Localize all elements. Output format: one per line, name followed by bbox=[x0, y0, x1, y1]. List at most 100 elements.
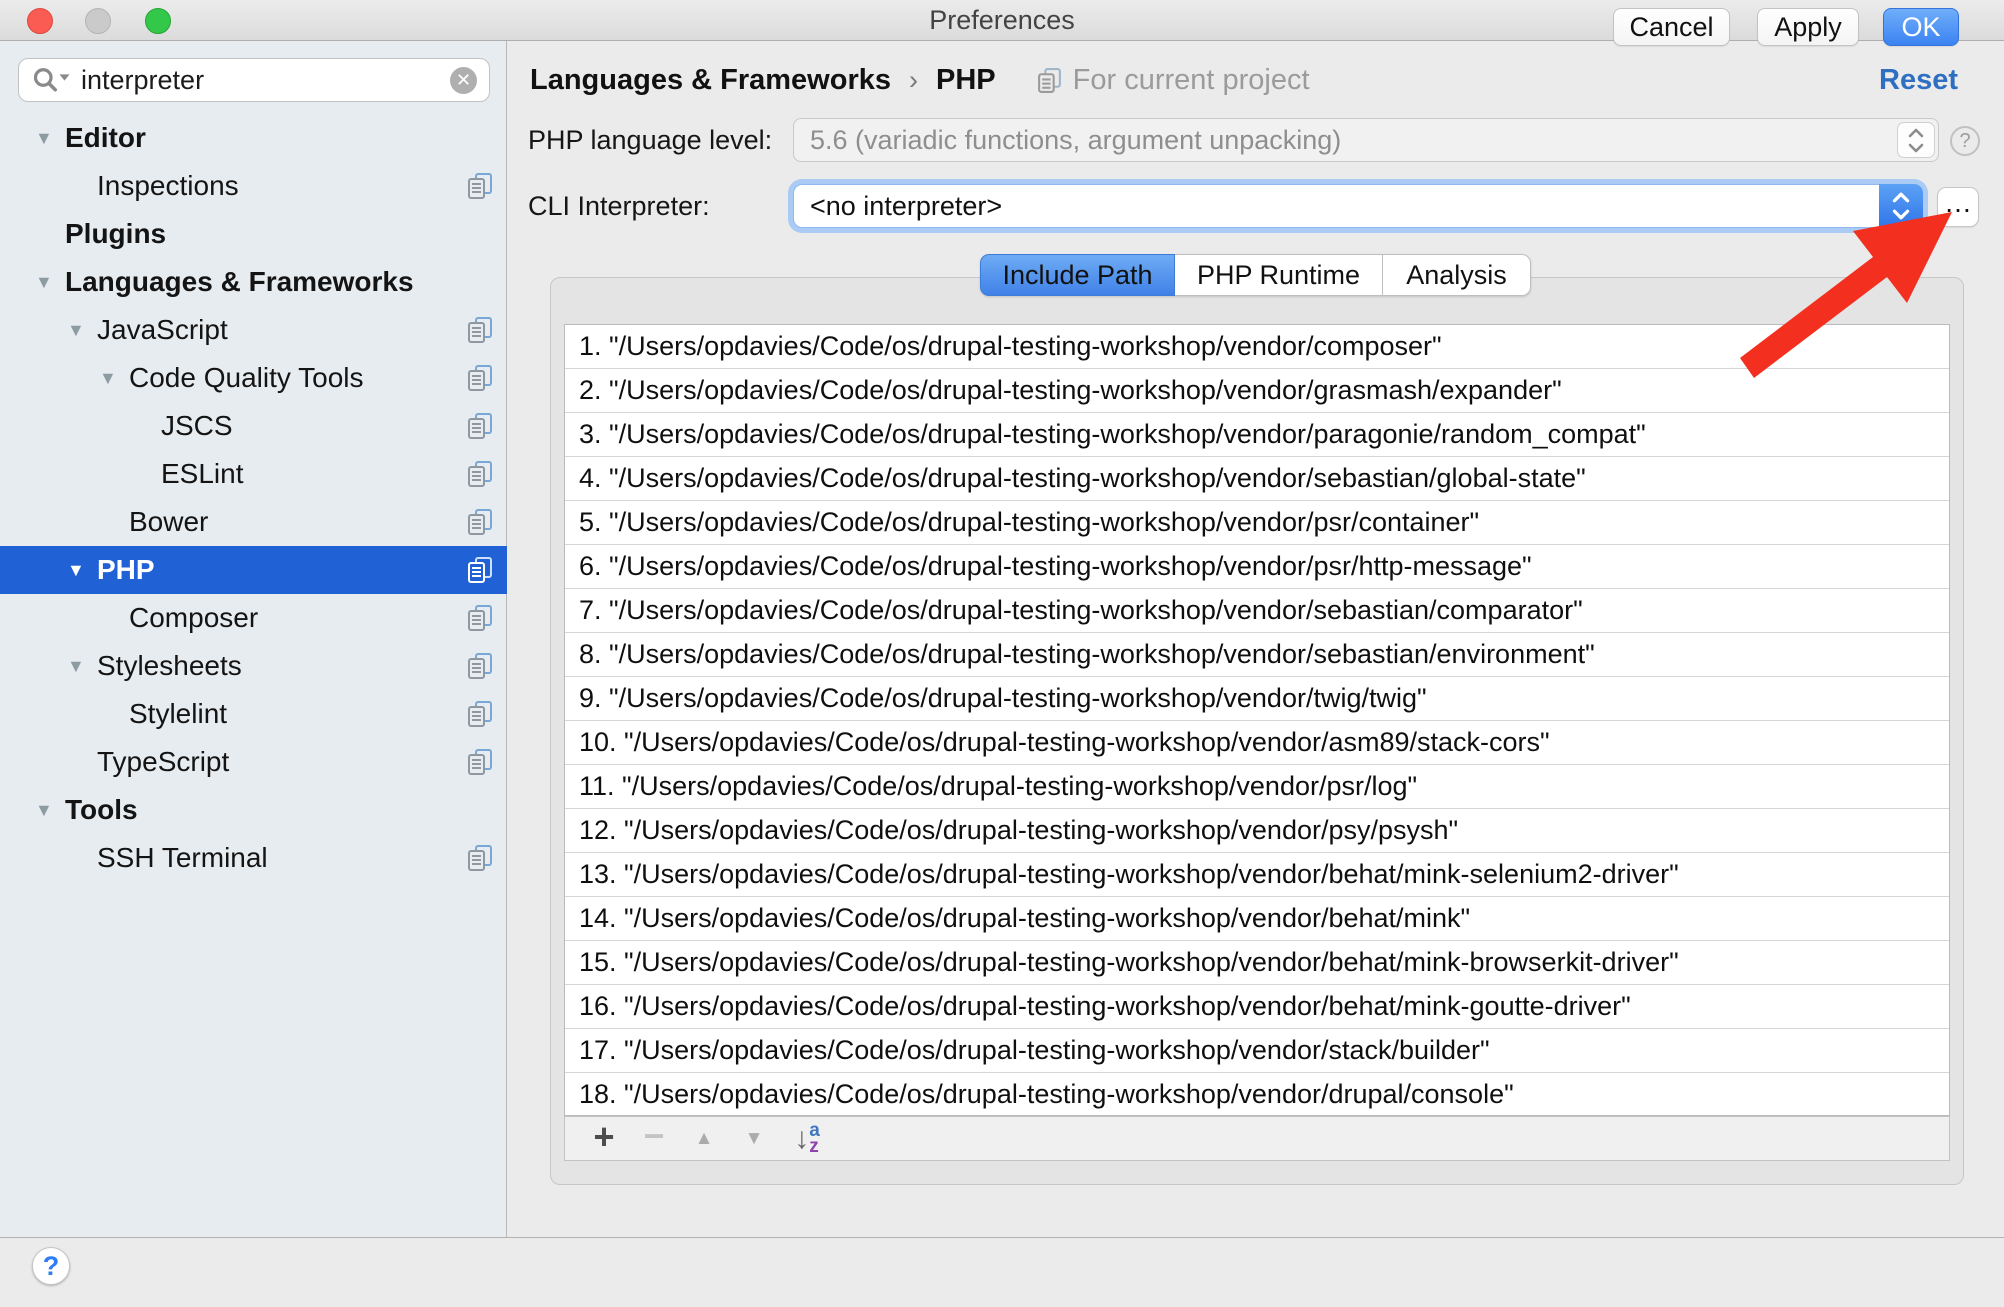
settings-tree: ▼EditorInspections Plugins▼Languages & F… bbox=[0, 114, 507, 882]
search-input[interactable]: interpreter ✕ bbox=[18, 58, 490, 102]
include-path-row[interactable]: 7. "/Users/opdavies/Code/os/drupal-testi… bbox=[565, 589, 1949, 633]
sidebar-item-label: Stylelint bbox=[129, 698, 227, 730]
breadcrumb-separator: › bbox=[909, 65, 918, 96]
sidebar-item-php[interactable]: ▼PHP bbox=[0, 546, 507, 594]
sort-z-label: z bbox=[809, 1139, 820, 1155]
cli-interpreter-value: <no interpreter> bbox=[810, 191, 1002, 221]
ok-button[interactable]: OK bbox=[1883, 8, 1959, 46]
help-button[interactable]: ? bbox=[32, 1247, 70, 1285]
include-path-toolbar: + − ▲ ▼ ↓ a z bbox=[564, 1116, 1950, 1161]
include-path-row[interactable]: 9. "/Users/opdavies/Code/os/drupal-testi… bbox=[565, 677, 1949, 721]
remove-path-button: − bbox=[629, 1115, 679, 1157]
language-level-value: 5.6 (variadic functions, argument unpack… bbox=[810, 125, 1341, 155]
include-path-row[interactable]: 5. "/Users/opdavies/Code/os/drupal-testi… bbox=[565, 501, 1949, 545]
php-settings-tabs: Include PathPHP RuntimeAnalysis bbox=[980, 254, 1531, 296]
include-path-row[interactable]: 18. "/Users/opdavies/Code/os/drupal-test… bbox=[565, 1073, 1949, 1117]
sidebar-item-composer[interactable]: Composer bbox=[0, 594, 507, 642]
zoom-button[interactable] bbox=[145, 8, 171, 34]
include-path-row[interactable]: 8. "/Users/opdavies/Code/os/drupal-testi… bbox=[565, 633, 1949, 677]
sidebar-item-languages-frameworks[interactable]: ▼Languages & Frameworks bbox=[0, 258, 507, 306]
sidebar-item-plugins[interactable]: Plugins bbox=[0, 210, 507, 258]
sidebar-item-code-quality-tools[interactable]: ▼Code Quality Tools bbox=[0, 354, 507, 402]
collapse-arrow-icon[interactable]: ▼ bbox=[35, 128, 65, 149]
search-value: interpreter bbox=[81, 65, 450, 96]
move-down-button: ▼ bbox=[729, 1128, 779, 1150]
sidebar-item-label: Plugins bbox=[65, 218, 166, 250]
sidebar-item-javascript[interactable]: ▼JavaScript bbox=[0, 306, 507, 354]
collapse-arrow-icon[interactable]: ▼ bbox=[67, 560, 97, 581]
per-project-copy-icon bbox=[467, 701, 493, 734]
tab-php-runtime[interactable]: PHP Runtime bbox=[1175, 254, 1383, 296]
sidebar-item-label: SSH Terminal bbox=[97, 842, 268, 874]
include-path-row[interactable]: 17. "/Users/opdavies/Code/os/drupal-test… bbox=[565, 1029, 1949, 1073]
sidebar-item-label: JSCS bbox=[161, 410, 233, 442]
include-path-row[interactable]: 16. "/Users/opdavies/Code/os/drupal-test… bbox=[565, 985, 1949, 1029]
sidebar-item-stylelint[interactable]: Stylelint bbox=[0, 690, 507, 738]
sidebar-item-inspections[interactable]: Inspections bbox=[0, 162, 507, 210]
per-project-copy-icon bbox=[467, 509, 493, 542]
collapse-arrow-icon[interactable]: ▼ bbox=[35, 800, 65, 821]
search-icon bbox=[31, 65, 73, 95]
close-button[interactable] bbox=[27, 8, 53, 34]
include-path-row[interactable]: 15. "/Users/opdavies/Code/os/drupal-test… bbox=[565, 941, 1949, 985]
include-path-row[interactable]: 13. "/Users/opdavies/Code/os/drupal-test… bbox=[565, 853, 1949, 897]
language-level-help-icon[interactable]: ? bbox=[1950, 126, 1980, 156]
minimize-button[interactable] bbox=[85, 8, 111, 34]
sidebar-item-editor[interactable]: ▼Editor bbox=[0, 114, 507, 162]
sort-alphabetically-button[interactable]: ↓ a z bbox=[779, 1122, 835, 1156]
cli-interpreter-label: CLI Interpreter: bbox=[528, 184, 710, 228]
include-path-row[interactable]: 11. "/Users/opdavies/Code/os/drupal-test… bbox=[565, 765, 1949, 809]
sidebar-item-ssh-terminal[interactable]: SSH Terminal bbox=[0, 834, 507, 882]
settings-sidebar: interpreter ✕ ▼EditorInspections Plugins… bbox=[0, 41, 507, 1237]
include-path-row[interactable]: 12. "/Users/opdavies/Code/os/drupal-test… bbox=[565, 809, 1949, 853]
move-up-button: ▲ bbox=[679, 1128, 729, 1150]
scope-label: For current project bbox=[1073, 64, 1310, 97]
per-project-copy-icon bbox=[467, 365, 493, 398]
collapse-arrow-icon[interactable]: ▼ bbox=[67, 656, 97, 677]
language-level-label: PHP language level: bbox=[528, 118, 772, 162]
sidebar-item-label: Languages & Frameworks bbox=[65, 266, 414, 298]
sidebar-item-label: Bower bbox=[129, 506, 208, 538]
include-path-list: 1. "/Users/opdavies/Code/os/drupal-testi… bbox=[564, 324, 1950, 1116]
collapse-arrow-icon[interactable]: ▼ bbox=[99, 368, 129, 389]
reset-link[interactable]: Reset bbox=[1879, 64, 1958, 97]
collapse-arrow-icon[interactable]: ▼ bbox=[35, 272, 65, 293]
collapse-arrow-icon[interactable]: ▼ bbox=[67, 320, 97, 341]
tab-analysis[interactable]: Analysis bbox=[1383, 254, 1531, 296]
sidebar-item-bower[interactable]: Bower bbox=[0, 498, 507, 546]
sidebar-item-label: Tools bbox=[65, 794, 138, 826]
tab-include-path[interactable]: Include Path bbox=[980, 254, 1175, 296]
cancel-button[interactable]: Cancel bbox=[1613, 8, 1730, 46]
language-level-stepper[interactable] bbox=[1897, 122, 1935, 158]
sidebar-item-jscs[interactable]: JSCS bbox=[0, 402, 507, 450]
per-project-copy-icon bbox=[467, 461, 493, 494]
add-path-button[interactable]: + bbox=[579, 1116, 629, 1158]
sidebar-item-tools[interactable]: ▼Tools bbox=[0, 786, 507, 834]
include-path-row[interactable]: 14. "/Users/opdavies/Code/os/drupal-test… bbox=[565, 897, 1949, 941]
for-current-project-icon bbox=[1036, 67, 1063, 94]
per-project-copy-icon bbox=[467, 557, 493, 590]
per-project-copy-icon bbox=[467, 413, 493, 446]
sidebar-item-stylesheets[interactable]: ▼Stylesheets bbox=[0, 642, 507, 690]
sidebar-item-label: Editor bbox=[65, 122, 146, 154]
sidebar-item-typescript[interactable]: TypeScript bbox=[0, 738, 507, 786]
chevron-up-icon bbox=[1907, 128, 1925, 139]
breadcrumb: Languages & Frameworks › PHP For current… bbox=[530, 58, 1310, 102]
language-level-select[interactable]: 5.6 (variadic functions, argument unpack… bbox=[793, 118, 1939, 162]
per-project-copy-icon bbox=[467, 317, 493, 350]
include-path-row[interactable]: 10. "/Users/opdavies/Code/os/drupal-test… bbox=[565, 721, 1949, 765]
include-path-row[interactable]: 3. "/Users/opdavies/Code/os/drupal-testi… bbox=[565, 413, 1949, 457]
sort-arrow-icon: ↓ bbox=[794, 1122, 809, 1156]
apply-button[interactable]: Apply bbox=[1757, 8, 1859, 46]
breadcrumb-parent[interactable]: Languages & Frameworks bbox=[530, 64, 891, 97]
sidebar-item-label: Stylesheets bbox=[97, 650, 242, 682]
clear-search-icon[interactable]: ✕ bbox=[450, 67, 477, 94]
footer-bar: ? bbox=[0, 1237, 2004, 1307]
scope-indicator: For current project bbox=[1036, 64, 1310, 97]
per-project-copy-icon bbox=[467, 845, 493, 878]
sidebar-item-label: Composer bbox=[129, 602, 258, 634]
sidebar-item-eslint[interactable]: ESLint bbox=[0, 450, 507, 498]
sidebar-item-label: Inspections bbox=[97, 170, 239, 202]
include-path-row[interactable]: 4. "/Users/opdavies/Code/os/drupal-testi… bbox=[565, 457, 1949, 501]
include-path-row[interactable]: 6. "/Users/opdavies/Code/os/drupal-testi… bbox=[565, 545, 1949, 589]
